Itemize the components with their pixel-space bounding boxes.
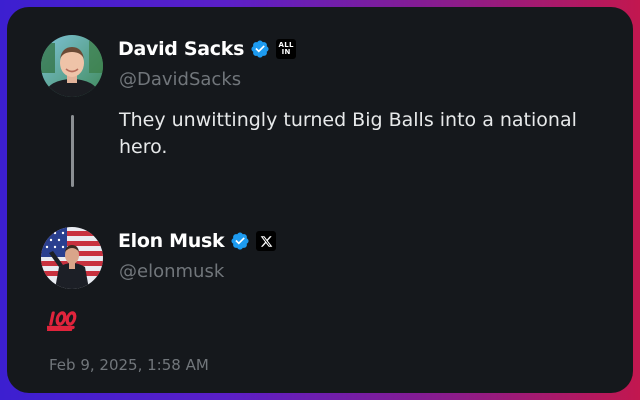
hundred-points-icon [47,309,81,331]
tweet-card: David Sacks ALL IN @DavidSacks They unwit… [7,7,633,393]
elon-musk-name-row: Elon Musk [118,230,277,252]
all-in-affiliation-icon[interactable]: ALL IN [276,39,297,59]
tweet-timestamp[interactable]: Feb 9, 2025, 1:58 AM [49,356,209,374]
elon-musk-avatar[interactable] [41,227,103,289]
david-sacks-avatar[interactable] [41,35,103,97]
author-name[interactable]: David Sacks [118,38,244,60]
verified-badge-icon [250,39,270,59]
reply-author-name[interactable]: Elon Musk [118,230,225,252]
author-handle[interactable]: @DavidSacks [119,69,241,90]
reply-author-handle[interactable]: @elonmusk [119,261,224,282]
verified-badge-icon [230,231,250,251]
thread-connector-line [71,115,74,187]
david-sacks-name-row: David Sacks ALL IN [118,38,297,60]
x-logo-icon[interactable] [256,231,277,251]
tweet-text: They unwittingly turned Big Balls into a… [119,109,577,158]
